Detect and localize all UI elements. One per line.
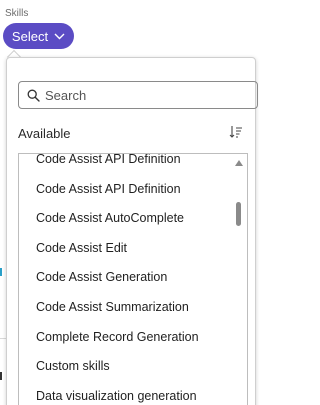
list-scrollbar[interactable]	[229, 154, 247, 405]
list-item[interactable]: Code Assist Edit	[19, 234, 227, 264]
page: Skills Select Available Code Assist API …	[0, 0, 258, 405]
list-item[interactable]: Code Assist Generation	[19, 263, 227, 293]
list-item[interactable]: Custom skills	[19, 352, 227, 382]
search-icon	[27, 89, 40, 102]
chevron-down-icon	[54, 33, 65, 39]
list-item[interactable]: Code Assist AutoComplete	[19, 204, 227, 234]
list-item[interactable]: Code Assist Summarization	[19, 293, 227, 323]
list-item[interactable]: Code Assist API Definition	[19, 154, 227, 175]
search-field[interactable]	[18, 81, 258, 109]
skills-field-label: Skills	[5, 8, 29, 19]
search-input[interactable]	[45, 87, 235, 103]
scroll-thumb[interactable]	[236, 202, 241, 226]
list-item[interactable]: Complete Record Generation	[19, 323, 227, 353]
available-list[interactable]: Code Assist API Definition Code Assist A…	[18, 153, 248, 405]
background-mark	[0, 372, 2, 380]
available-section-label: Available	[18, 126, 71, 141]
sort-icon[interactable]	[229, 125, 243, 139]
background-accent	[0, 268, 2, 276]
list-item[interactable]: Code Assist API Definition	[19, 175, 227, 205]
list-item[interactable]: Data visualization generation	[19, 382, 227, 405]
select-button[interactable]: Select	[3, 23, 74, 49]
scroll-up-arrow-icon[interactable]	[235, 160, 243, 166]
select-button-label: Select	[11, 28, 49, 44]
skills-popover: Available Code Assist API Definition Cod…	[6, 57, 258, 405]
available-list-items: Code Assist API Definition Code Assist A…	[19, 154, 227, 405]
